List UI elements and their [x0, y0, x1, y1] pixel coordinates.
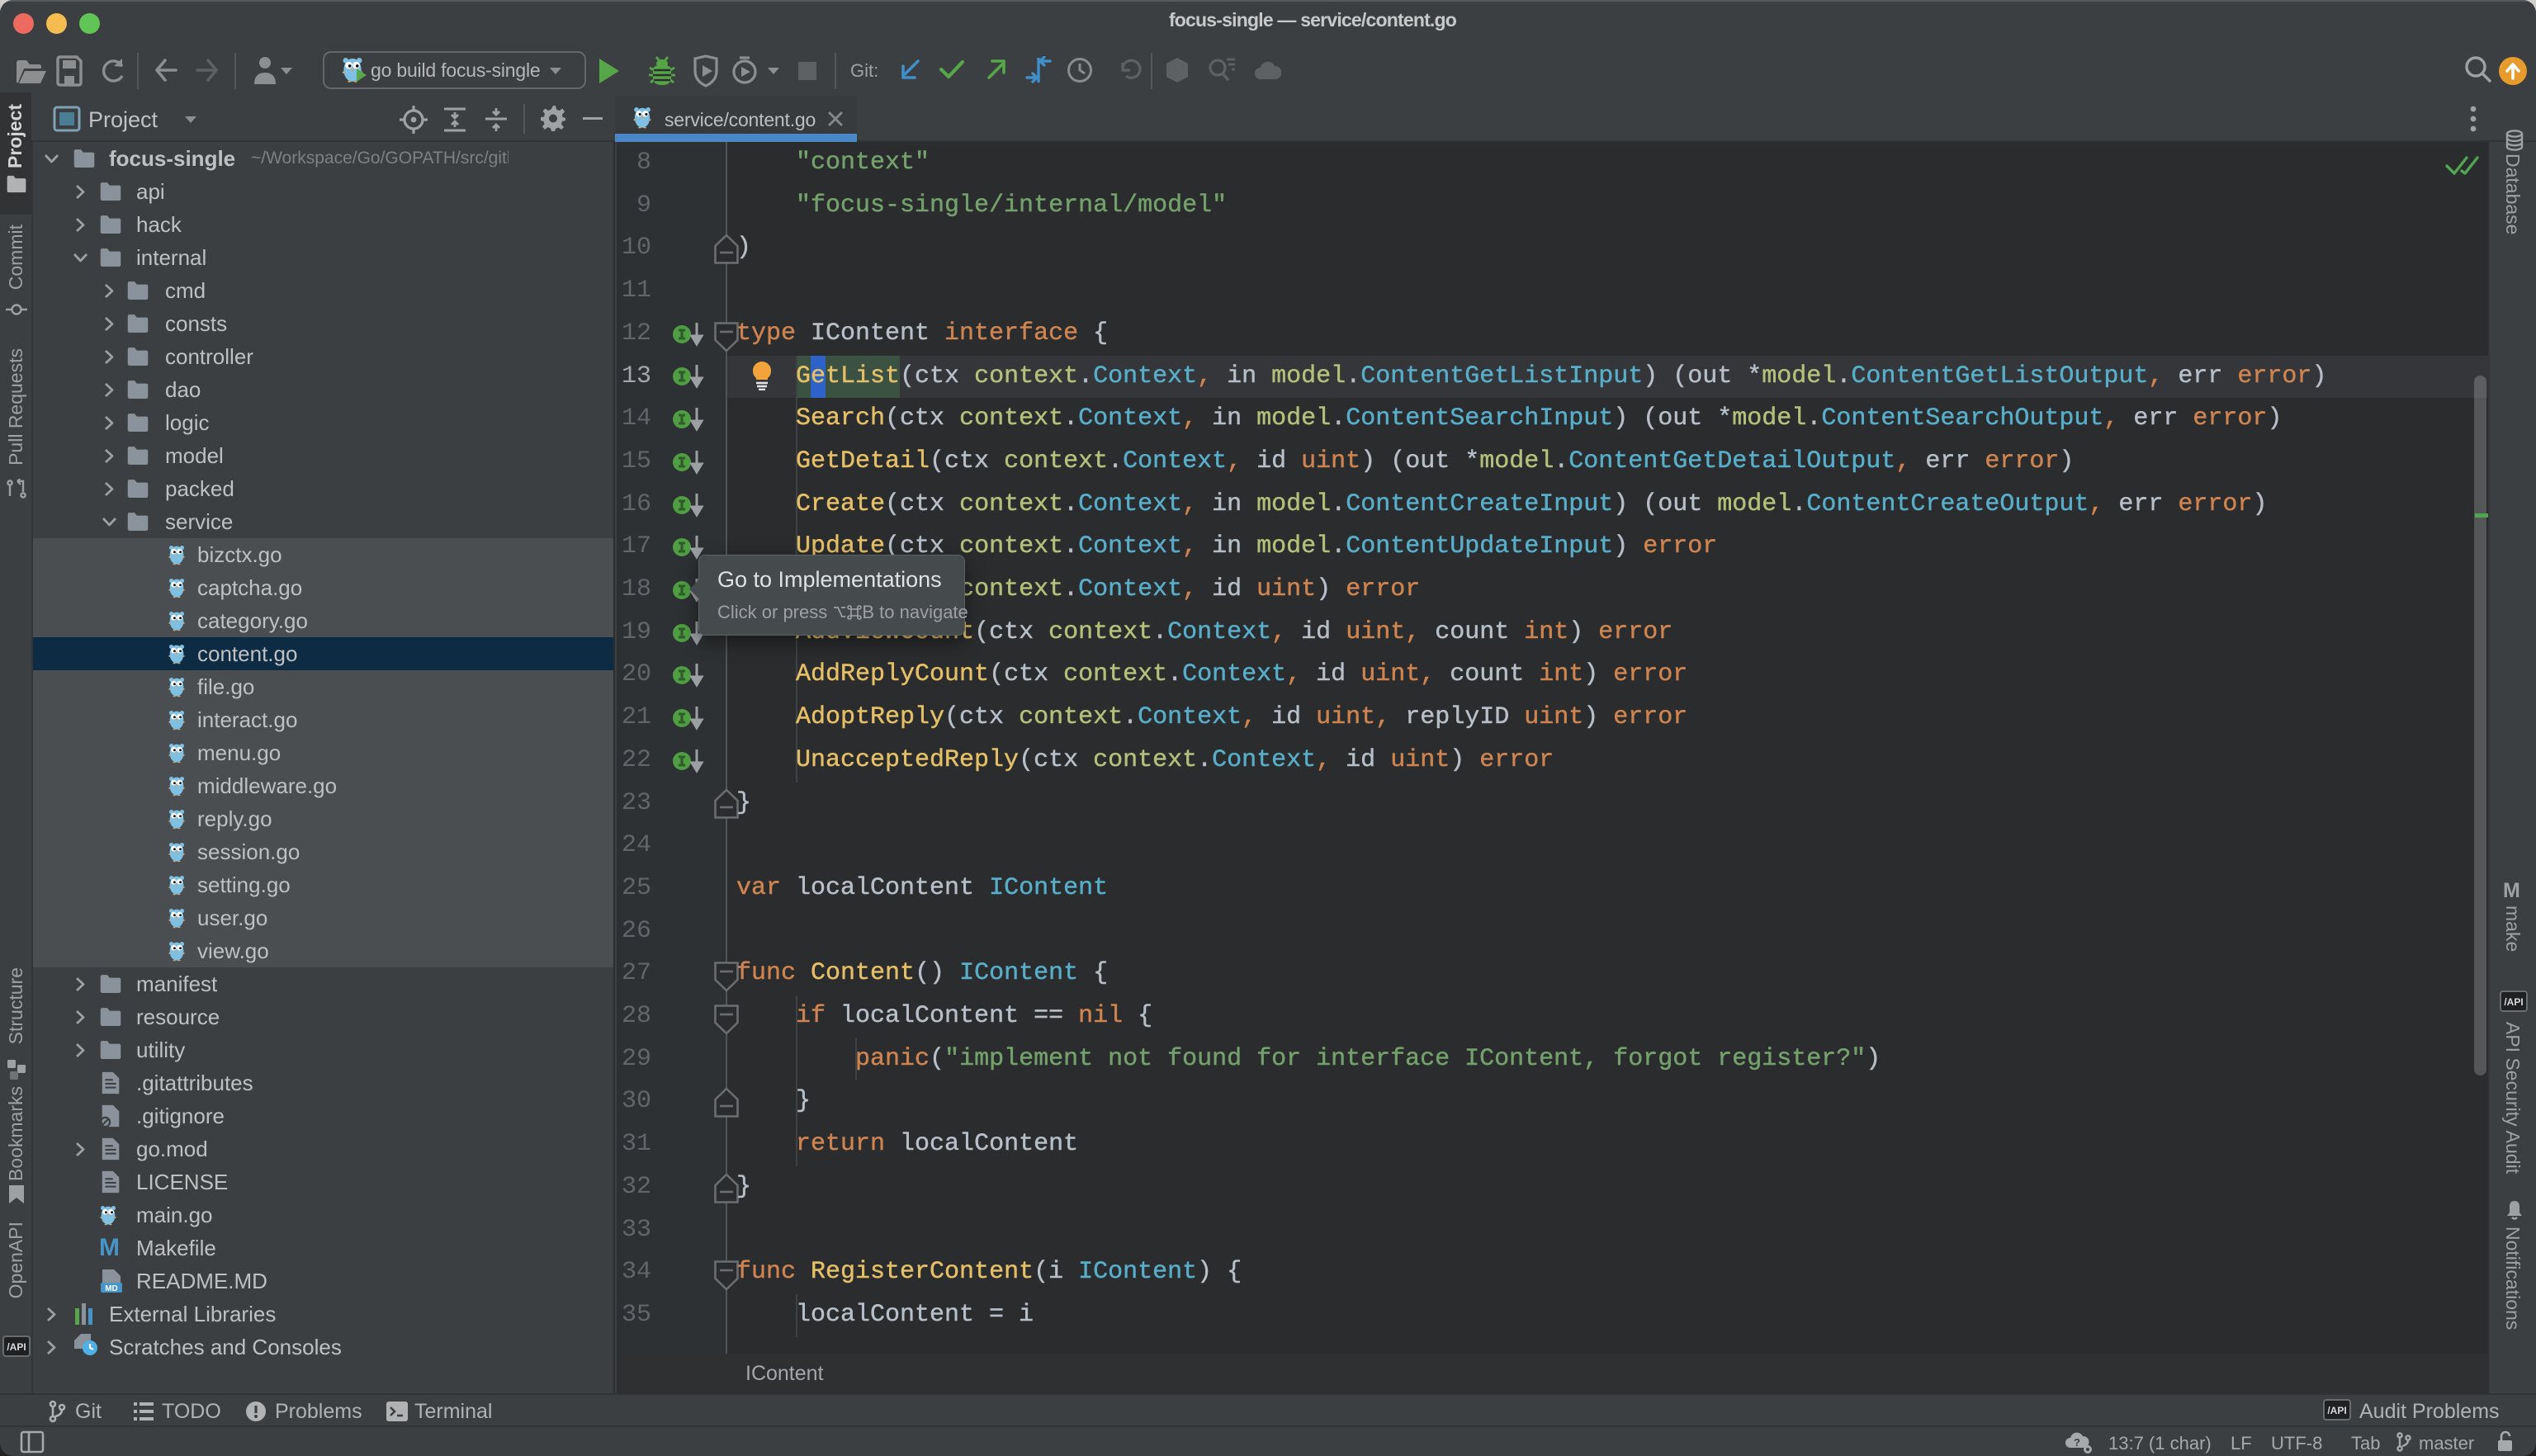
svg-text:?: ? — [2074, 1436, 2080, 1449]
svg-text:MD: MD — [105, 1284, 118, 1293]
